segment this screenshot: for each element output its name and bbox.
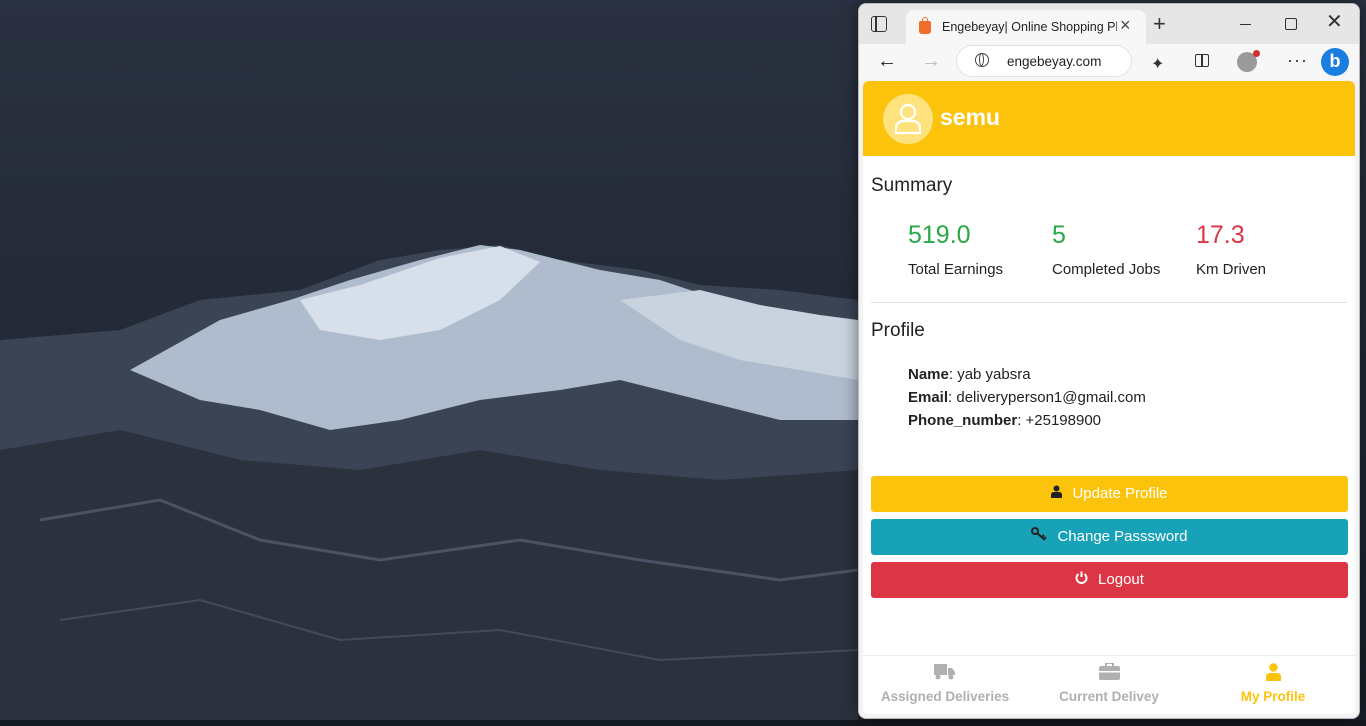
tab-strip: Engebeyay| Online Shopping Platform × + … [859, 4, 1359, 44]
logout-label: Logout [1098, 571, 1144, 588]
bottom-navigation: Assigned Deliveries Current Delivey My P… [863, 655, 1355, 714]
user-avatar [883, 94, 933, 144]
km-driven-value: 17.3 [1196, 221, 1245, 249]
total-earnings-value: 519.0 [908, 221, 971, 249]
completed-jobs-value: 5 [1052, 221, 1066, 249]
bing-copilot-icon[interactable]: b [1321, 48, 1349, 76]
nav-assigned-deliveries-label: Assigned Deliveries [880, 689, 1010, 704]
profile-title: Profile [871, 320, 925, 341]
taskbar [0, 720, 1366, 726]
nav-current-delivery-label: Current Delivey [1059, 689, 1159, 704]
nav-my-profile-label: My Profile [1240, 689, 1306, 704]
logout-button[interactable]: Logout [871, 562, 1348, 598]
browser-window: Engebeyay| Online Shopping Platform × + … [858, 3, 1360, 719]
profile-header: semu [863, 81, 1355, 156]
nav-assigned-deliveries[interactable]: Assigned Deliveries [863, 656, 1027, 714]
divider [871, 302, 1347, 303]
truck-icon [863, 663, 1027, 685]
user-icon [1191, 663, 1355, 686]
key-icon [1031, 519, 1048, 555]
name-value: : yab yabsra [948, 366, 1031, 383]
name-label: Name [908, 366, 949, 383]
nav-current-delivery[interactable]: Current Delivey [1027, 656, 1191, 714]
minimize-button[interactable] [1240, 24, 1251, 25]
nav-my-profile[interactable]: My Profile [1191, 656, 1355, 714]
forward-arrow-icon[interactable]: → [921, 50, 941, 73]
globe-icon [975, 53, 989, 67]
completed-jobs-label: Completed Jobs [1052, 261, 1161, 278]
maximize-button[interactable] [1285, 18, 1297, 30]
email-label: Email [908, 389, 949, 406]
page-viewport: semu Summary 519.0 Total Earnings 5 Comp… [863, 81, 1355, 714]
change-password-label: Change Passsword [1057, 528, 1188, 545]
profile-name-row: Name: yab yabsra [908, 366, 1031, 383]
phone-label: Phone_number [908, 412, 1018, 429]
shopping-bag-icon [919, 17, 931, 34]
user-icon [1051, 476, 1063, 512]
power-icon [1075, 562, 1088, 598]
url-text: engebeyay.com [1007, 54, 1102, 69]
split-screen-icon[interactable] [1195, 54, 1209, 67]
total-earnings-label: Total Earnings [908, 261, 1004, 278]
tab-title: Engebeyay| Online Shopping Platform [942, 20, 1117, 34]
new-tab-button[interactable]: + [1153, 13, 1166, 35]
window-close-button[interactable]: ✕ [1326, 11, 1343, 31]
username: semu [940, 104, 1001, 130]
update-profile-label: Update Profile [1072, 485, 1168, 502]
back-arrow-icon[interactable]: ← [877, 50, 897, 73]
summary-title: Summary [871, 175, 953, 196]
change-password-button[interactable]: Change Passsword [871, 519, 1348, 555]
profile-avatar-icon[interactable] [1237, 50, 1260, 72]
email-value: : deliveryperson1@gmail.com [948, 389, 1146, 406]
tab-actions-icon[interactable] [871, 16, 887, 32]
profile-phone-row: Phone_number: +25198900 [908, 412, 1101, 429]
browser-toolbar: ← → engebeyay.com ✦ ··· b [859, 44, 1359, 80]
update-profile-button[interactable]: Update Profile [871, 476, 1348, 512]
extensions-icon[interactable]: ✦ [1151, 54, 1164, 74]
address-bar[interactable]: engebeyay.com [957, 46, 1131, 76]
phone-value: : +25198900 [1017, 412, 1102, 429]
user-outline-icon [894, 103, 922, 135]
profile-email-row: Email: deliveryperson1@gmail.com [908, 389, 1146, 406]
briefcase-icon [1027, 662, 1191, 685]
close-tab-button[interactable]: × [1120, 16, 1131, 34]
more-options-icon[interactable]: ··· [1287, 50, 1308, 71]
browser-tab[interactable]: Engebeyay| Online Shopping Platform × [906, 10, 1146, 44]
km-driven-label: Km Driven [1196, 261, 1267, 278]
